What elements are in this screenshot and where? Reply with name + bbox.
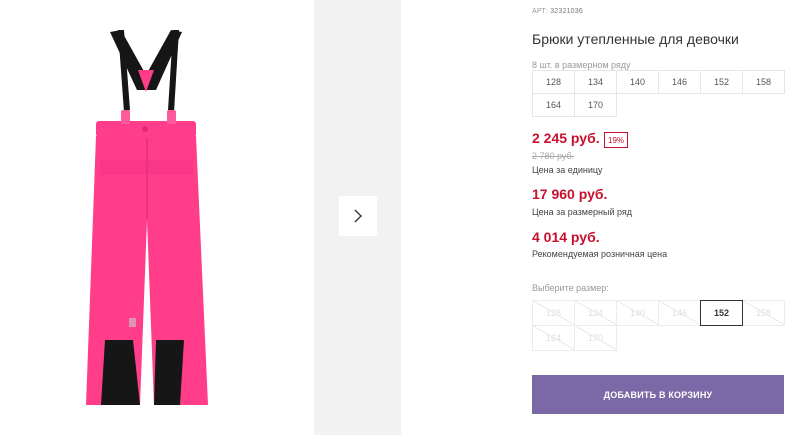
pack-size-cell: 146 bbox=[658, 70, 701, 94]
size-option-disabled: 164 bbox=[532, 325, 575, 351]
pack-size-cell: 152 bbox=[700, 70, 743, 94]
size-option-disabled: 170 bbox=[574, 325, 617, 351]
size-picker-row: 128 134 140 146 152 158 bbox=[532, 300, 792, 326]
retail-price: 4 014 руб. bbox=[532, 229, 600, 245]
pack-size-cell: 158 bbox=[742, 70, 785, 94]
size-option-disabled: 146 bbox=[658, 300, 701, 326]
pack-price-note: Цена за размерный ряд bbox=[532, 207, 633, 217]
chevron-right-icon bbox=[354, 209, 362, 223]
pack-size-cell: 170 bbox=[574, 93, 617, 117]
pack-size-row: 164 170 bbox=[532, 93, 786, 117]
pack-size-cell: 140 bbox=[616, 70, 659, 94]
size-option-disabled: 140 bbox=[616, 300, 659, 326]
article-value: 32321036 bbox=[550, 8, 583, 15]
product-info: АРТ: 32321036 Брюки утепленные для девоч… bbox=[532, 0, 800, 435]
next-image-button[interactable] bbox=[339, 196, 377, 236]
retail-price-note: Рекомендуемая розничная цена bbox=[532, 249, 668, 259]
size-picker: 128 134 140 146 152 158 164 170 bbox=[532, 300, 792, 351]
discount-badge: 19% bbox=[604, 132, 629, 148]
article-number: АРТ: 32321036 bbox=[532, 8, 583, 15]
add-to-cart-button[interactable]: ДОБАВИТЬ В КОРЗИНУ bbox=[532, 375, 784, 414]
size-picker-row: 164 170 bbox=[532, 325, 792, 351]
pack-size-grid: 128 134 140 146 152 158 164 170 bbox=[532, 70, 786, 117]
size-picker-label: Выберите размер: bbox=[532, 283, 609, 293]
pack-price: 17 960 руб. bbox=[532, 186, 608, 202]
snow-pants-image bbox=[86, 30, 208, 405]
size-option-disabled: 128 bbox=[532, 300, 575, 326]
unit-price-note: Цена за единицу bbox=[532, 165, 603, 175]
product-title: Брюки утепленные для девочки bbox=[532, 31, 739, 47]
size-option-selected[interactable]: 152 bbox=[700, 300, 743, 326]
size-option-disabled: 158 bbox=[742, 300, 785, 326]
old-price: 2 780 руб. bbox=[532, 151, 575, 161]
unit-price: 2 245 руб. bbox=[532, 130, 600, 146]
pack-size-cell: 134 bbox=[574, 70, 617, 94]
size-option-disabled: 134 bbox=[574, 300, 617, 326]
pack-size-row: 128 134 140 146 152 158 bbox=[532, 70, 786, 94]
pack-note: 8 шт. в размерном ряду bbox=[532, 60, 631, 70]
product-main-image bbox=[0, 0, 314, 435]
pack-size-cell: 164 bbox=[532, 93, 575, 117]
pack-size-cell: 128 bbox=[532, 70, 575, 94]
article-label: АРТ: bbox=[532, 8, 549, 15]
